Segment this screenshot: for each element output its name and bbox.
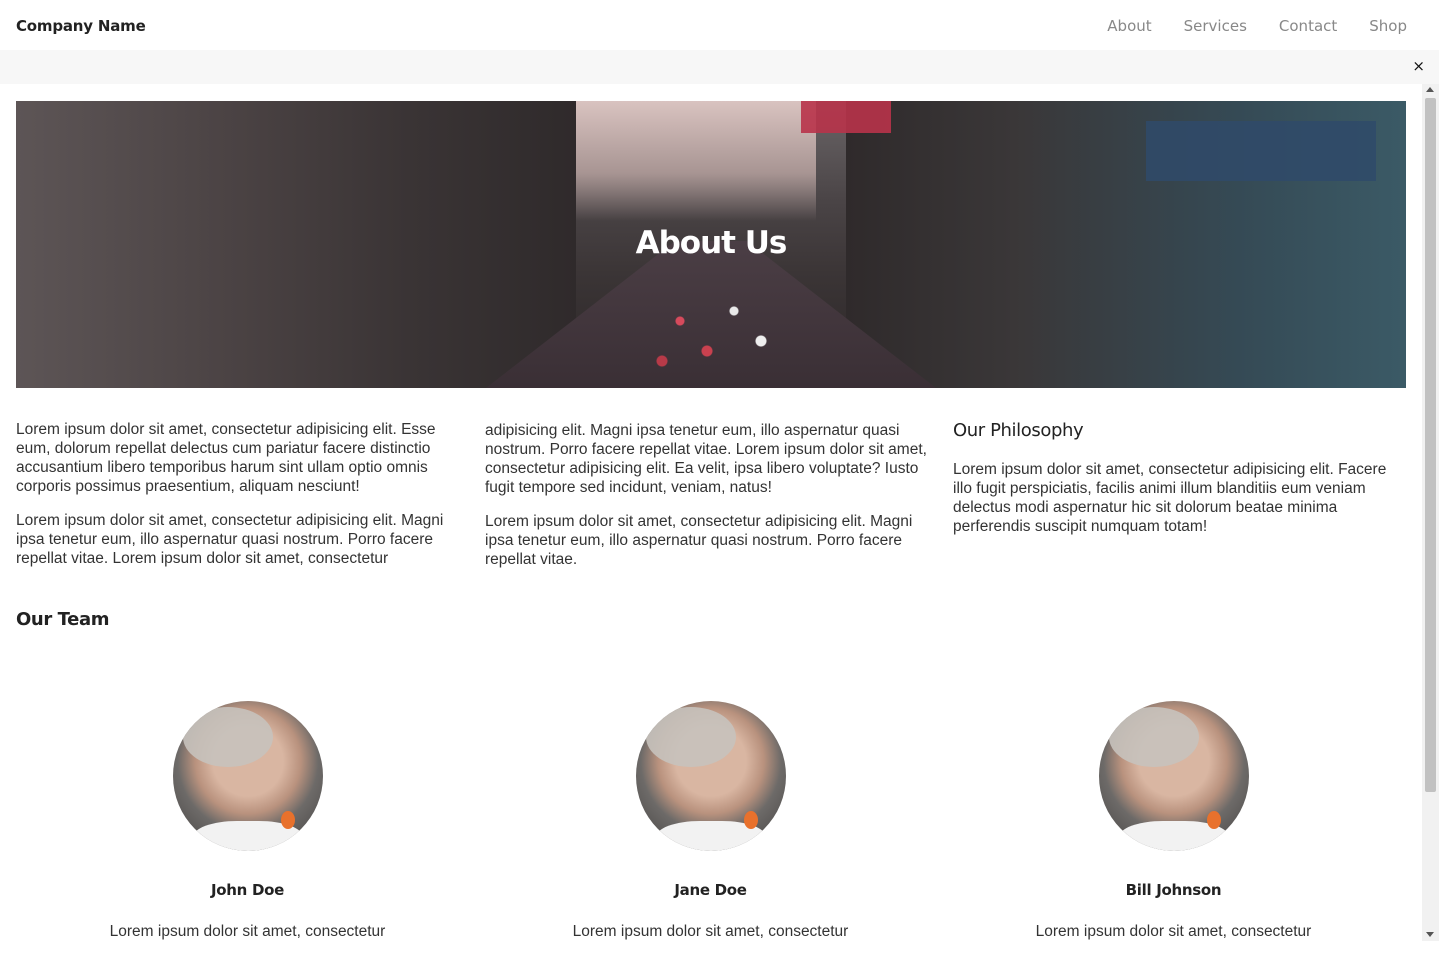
nav-link-services[interactable]: Services (1184, 17, 1247, 35)
nav-link-about[interactable]: About (1107, 17, 1151, 35)
team-member-card: Bill Johnson Lorem ipsum dolor sit amet,… (942, 701, 1405, 941)
page-title: About Us (635, 225, 788, 261)
team-member-card: Jane Doe Lorem ipsum dolor sit amet, con… (479, 701, 942, 941)
paragraph: adipisicing elit. Magni ipsa tenetur eum… (485, 422, 927, 496)
philosophy-section: Our Philosophy Lorem ipsum dolor sit ame… (953, 421, 1405, 551)
brand-logo[interactable]: Company Name (16, 17, 146, 35)
philosophy-text: Lorem ipsum dolor sit amet, consectetur … (953, 461, 1387, 535)
nav-link-contact[interactable]: Contact (1279, 17, 1337, 35)
team-member-bio: Lorem ipsum dolor sit amet, consectetur (572, 923, 849, 940)
avatar (172, 701, 323, 851)
team-member-name: Bill Johnson (1125, 881, 1222, 899)
paragraph: Lorem ipsum dolor sit amet, consectetur … (485, 513, 913, 568)
team-member-card: John Doe Lorem ipsum dolor sit amet, con… (16, 701, 479, 941)
team-member-name: Jane Doe (674, 881, 747, 899)
hero-image-traffic (626, 281, 806, 381)
hero-image-billboard (801, 101, 891, 133)
scroll-up-arrow-icon[interactable] (1426, 87, 1434, 92)
team-heading: Our Team (16, 609, 110, 630)
hero-image-sky (576, 101, 816, 221)
hero-image-sign (1146, 121, 1376, 181)
team-member-bio: Lorem ipsum dolor sit amet, consectetur (1035, 923, 1312, 940)
page-scrollbar[interactable] (1422, 84, 1439, 941)
avatar (635, 701, 786, 851)
paragraph: Lorem ipsum dolor sit amet, consectetur … (16, 512, 444, 567)
content-column-2: adipisicing elit. Magni ipsa tenetur eum… (485, 421, 940, 584)
main-nav: About Services Contact Shop (1107, 17, 1407, 35)
avatar (1098, 701, 1249, 851)
scrollbar-thumb[interactable] (1425, 98, 1436, 792)
content-column-1: Lorem ipsum dolor sit amet, consectetur … (16, 420, 468, 583)
hero-banner: About Us (16, 101, 1406, 388)
notice-bar: × (0, 50, 1439, 84)
team-member-name: John Doe (211, 881, 284, 899)
top-navbar: Company Name About Services Contact Shop (0, 0, 1439, 50)
paragraph: Lorem ipsum dolor sit amet, consectetur … (16, 421, 436, 495)
scroll-down-arrow-icon[interactable] (1426, 932, 1434, 937)
nav-link-shop[interactable]: Shop (1369, 17, 1407, 35)
close-icon[interactable]: × (1412, 58, 1425, 74)
philosophy-heading: Our Philosophy (953, 420, 1084, 441)
team-member-bio: Lorem ipsum dolor sit amet, consectetur (109, 923, 386, 940)
